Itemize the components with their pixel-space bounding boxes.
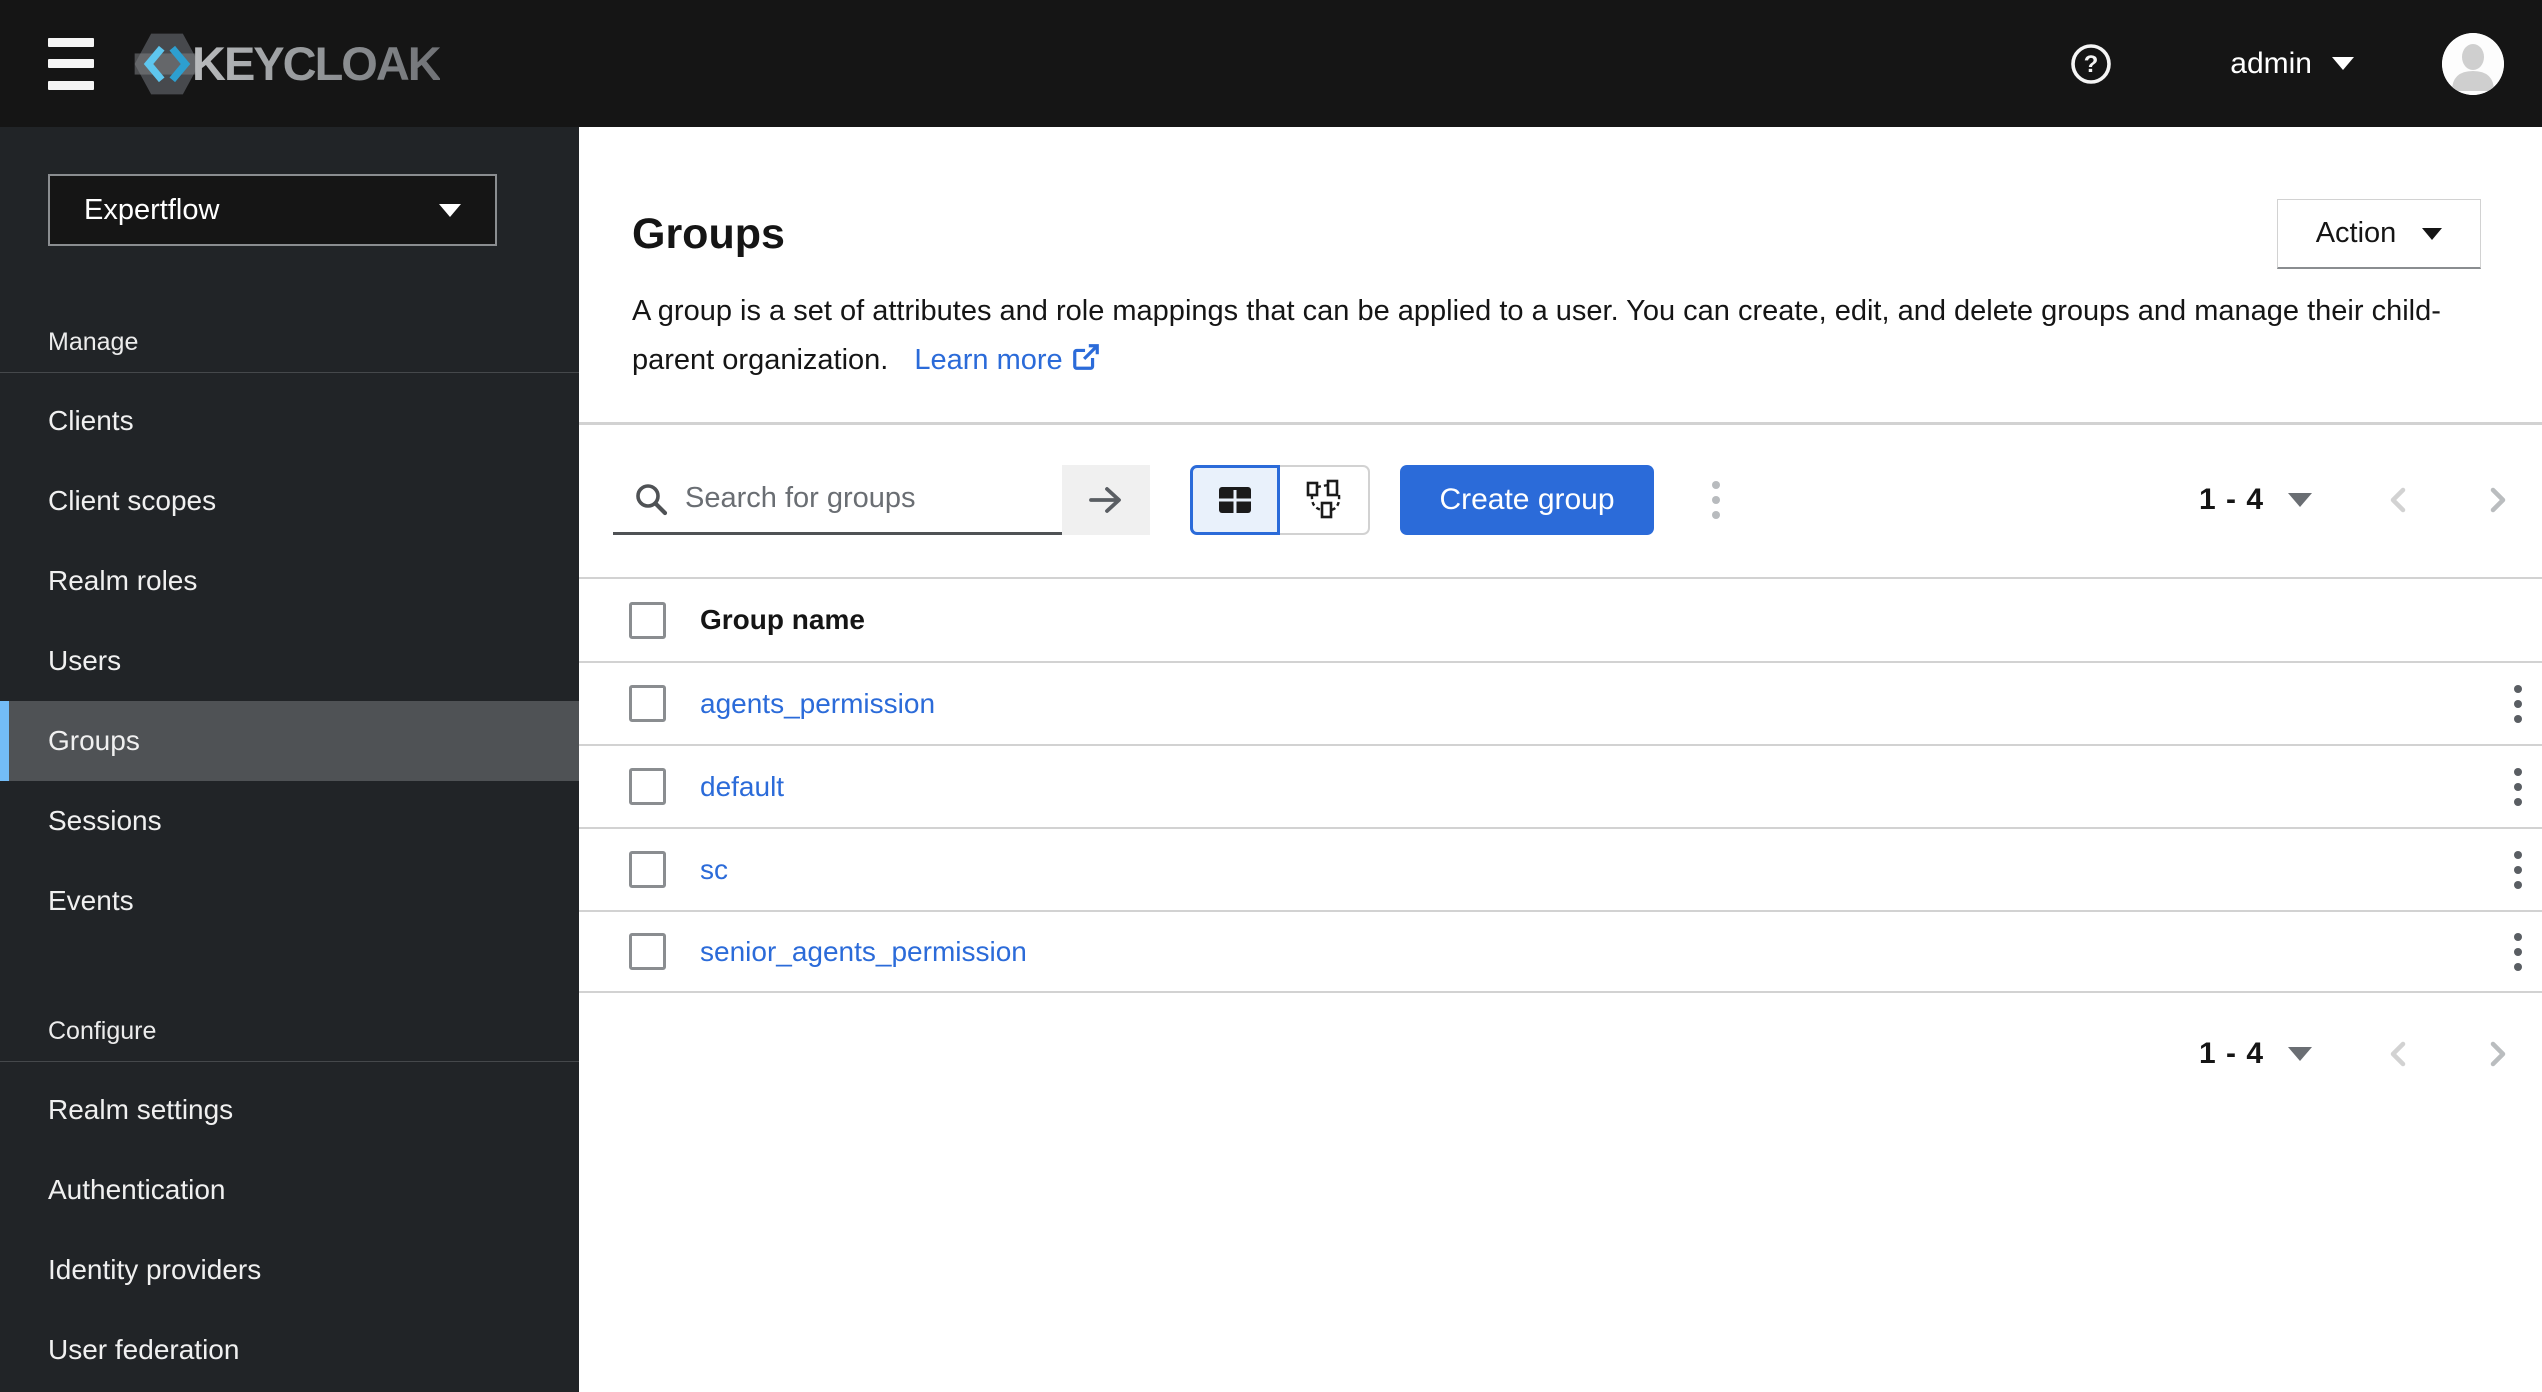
table-view-toggle[interactable] — [1190, 465, 1280, 535]
keycloak-hexagon-icon — [134, 33, 200, 94]
group-name-header: Group name — [700, 604, 865, 635]
table-row: default — [579, 744, 2542, 827]
page-description: A group is a set of attributes and role … — [632, 287, 2477, 388]
chevron-down-icon — [2332, 57, 2354, 70]
sidebar: Expertflow Manage Clients Client scopes … — [0, 127, 579, 1392]
chevron-left-icon — [2390, 487, 2406, 513]
nav-section: Manage Clients Client scopes Realm roles… — [0, 322, 579, 941]
nav-divider — [0, 372, 579, 373]
search-box — [613, 465, 1062, 535]
sidebar-item-identity-providers[interactable]: Identity providers — [0, 1230, 579, 1310]
pagination-range: 1 - 4 — [2198, 483, 2264, 516]
pagination-next-button[interactable] — [2484, 484, 2512, 516]
groups-table: Group name agents_permission default sc — [579, 577, 2542, 993]
table-view-icon — [1219, 487, 1251, 513]
sidebar-item-realm-roles[interactable]: Realm roles — [0, 541, 579, 621]
row-checkbox[interactable] — [629, 933, 666, 970]
search-input[interactable] — [685, 482, 1015, 515]
group-name-link[interactable]: sc — [700, 854, 728, 885]
user-menu-label: admin — [2230, 46, 2312, 80]
nav-divider — [0, 1061, 579, 1062]
sidebar-item-user-federation[interactable]: User federation — [0, 1310, 579, 1390]
top-banner: KEYCLOAK ? admin — [0, 0, 2542, 127]
select-all-checkbox[interactable] — [629, 601, 666, 639]
groups-toolbar: Create group 1 - 4 — [579, 465, 2542, 535]
view-toggle-group — [1190, 465, 1370, 535]
svg-text:?: ? — [2084, 51, 2099, 78]
row-checkbox[interactable] — [629, 768, 666, 805]
user-menu[interactable]: admin — [2230, 47, 2354, 81]
sidebar-item-realm-settings[interactable]: Realm settings — [0, 1070, 579, 1150]
search-group — [613, 465, 1150, 535]
realm-selector[interactable]: Expertflow — [48, 174, 497, 246]
pagination-options-caret-icon[interactable] — [2288, 493, 2312, 507]
nav-section-label: Configure — [48, 1017, 157, 1045]
pagination-prev-button[interactable] — [2384, 1038, 2412, 1070]
pagination-next-button[interactable] — [2484, 1038, 2512, 1070]
sidebar-item-users[interactable]: Users — [0, 621, 579, 701]
sidebar-item-client-scopes[interactable]: Client scopes — [0, 461, 579, 541]
table-row: senior_agents_permission — [579, 910, 2542, 993]
create-group-button[interactable]: Create group — [1400, 465, 1654, 535]
table-header-row: Group name — [579, 577, 2542, 661]
sidebar-item-sessions[interactable]: Sessions — [0, 781, 579, 861]
pagination-options-caret-icon[interactable] — [2288, 1047, 2312, 1061]
row-checkbox[interactable] — [629, 851, 666, 888]
pagination-top: 1 - 4 — [2199, 483, 2512, 517]
pagination-range: 1 - 4 — [2198, 1037, 2264, 1070]
search-icon — [636, 483, 668, 515]
sidebar-item-clients[interactable]: Clients — [0, 381, 579, 461]
row-kebab-menu[interactable] — [2508, 758, 2528, 815]
chevron-right-icon — [2490, 487, 2506, 513]
row-kebab-menu[interactable] — [2508, 841, 2528, 898]
row-checkbox[interactable] — [629, 685, 666, 722]
keycloak-logo: KEYCLOAK — [134, 31, 442, 97]
pagination-prev-button[interactable] — [2384, 484, 2412, 516]
table-row: sc — [579, 827, 2542, 910]
group-name-link[interactable]: agents_permission — [700, 688, 935, 719]
realm-selector-label: Expertflow — [84, 193, 220, 226]
group-name-link[interactable]: senior_agents_permission — [700, 936, 1027, 967]
chevron-left-icon — [2390, 1041, 2406, 1067]
tree-view-toggle[interactable] — [1280, 465, 1370, 535]
row-kebab-menu[interactable] — [2508, 675, 2528, 732]
chevron-down-icon — [2422, 227, 2443, 240]
table-row: agents_permission — [579, 661, 2542, 744]
pagination-bottom: 1 - 4 — [579, 1037, 2542, 1071]
external-link-icon — [1071, 339, 1101, 388]
help-icon[interactable]: ? — [2070, 43, 2112, 85]
action-dropdown-button[interactable]: Action — [2277, 199, 2481, 269]
sidebar-item-authentication[interactable]: Authentication — [0, 1150, 579, 1230]
action-dropdown-label: Action — [2315, 217, 2397, 249]
tree-view-icon — [1306, 479, 1341, 519]
avatar[interactable] — [2442, 32, 2504, 95]
chevron-down-icon — [439, 203, 461, 217]
sidebar-item-groups[interactable]: Groups — [0, 701, 579, 781]
section-divider — [579, 422, 2542, 425]
arrow-right-icon — [1089, 487, 1121, 513]
chevron-right-icon — [2490, 1041, 2506, 1067]
search-submit-button[interactable] — [1062, 465, 1150, 535]
page-title: Groups — [632, 210, 785, 258]
nav-section: Configure Realm settings Authentication … — [0, 1011, 579, 1390]
toolbar-kebab-menu[interactable] — [1706, 472, 1726, 529]
row-kebab-menu[interactable] — [2508, 923, 2528, 980]
nav-section-label: Manage — [48, 328, 139, 356]
page-header: Groups Action A group is a set of attrib… — [579, 127, 2542, 388]
nav-toggle-hamburger-icon[interactable] — [48, 37, 94, 90]
group-name-link[interactable]: default — [700, 771, 784, 802]
brand-wordmark: KEYCLOAK — [192, 37, 442, 90]
sidebar-nav: Manage Clients Client scopes Realm roles… — [0, 246, 579, 1390]
learn-more-link[interactable]: Learn more — [914, 344, 1100, 376]
sidebar-item-events[interactable]: Events — [0, 861, 579, 941]
main-content: Groups Action A group is a set of attrib… — [579, 127, 2542, 1392]
